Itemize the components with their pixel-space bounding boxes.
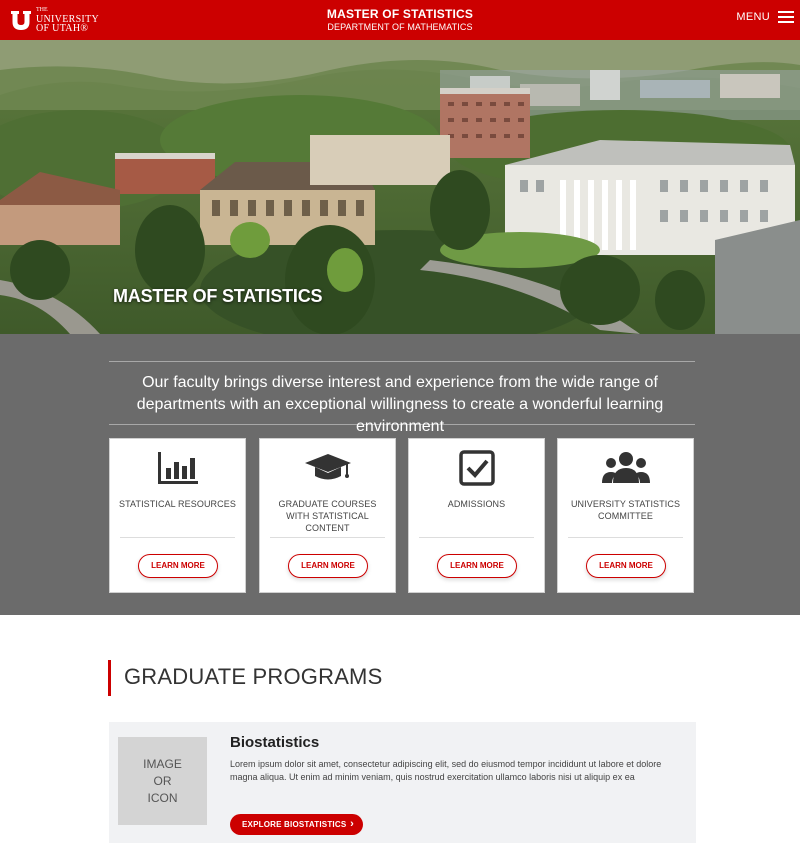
menu-label: MENU: [736, 11, 770, 23]
explore-biostatistics-button[interactable]: EXPLORE BIOSTATISTICS ›: [230, 814, 363, 835]
card-divider: [419, 537, 534, 538]
learn-more-button[interactable]: LEARN MORE: [437, 554, 517, 578]
graduate-programs-heading: GRADUATE PROGRAMS: [124, 664, 383, 689]
users-icon: [558, 449, 693, 487]
hamburger-icon: [778, 11, 794, 23]
placeholder-line: IMAGE: [143, 756, 182, 771]
card-label: UNIVERSITY STATISTICS COMMITTEE: [570, 499, 681, 521]
program-description: Lorem ipsum dolor sit amet, consectetur …: [230, 759, 662, 782]
program-title: Biostatistics: [230, 734, 320, 751]
learn-more-button[interactable]: LEARN MORE: [586, 554, 666, 578]
explore-button-label: EXPLORE BIOSTATISTICS: [242, 820, 347, 829]
placeholder-line: ICON: [147, 790, 178, 805]
site-header: THE UNIVERSITY OF UTAH® MASTER OF STATIS…: [0, 0, 800, 40]
hero-title: MASTER OF STATISTICS: [113, 286, 323, 306]
image-placeholder: IMAGE OR ICON: [118, 737, 207, 825]
learn-more-button[interactable]: LEARN MORE: [288, 554, 368, 578]
card-label: ADMISSIONS: [447, 499, 506, 509]
graduation-cap-icon: [260, 449, 395, 487]
card-divider: [568, 537, 683, 538]
learn-more-button[interactable]: LEARN MORE: [138, 554, 218, 578]
card-statistics-committee: UNIVERSITY STATISTICS COMMITTEE LEARN MO…: [557, 438, 694, 593]
hero-banner: MASTER OF STATISTICS: [0, 40, 800, 334]
program-card-biostatistics: IMAGE OR ICON Biostatistics Lorem ipsum …: [109, 722, 696, 843]
card-label: GRADUATE COURSES WITH STATISTICAL CONTEN…: [278, 499, 377, 533]
card-graduate-courses: GRADUATE COURSES WITH STATISTICAL CONTEN…: [259, 438, 396, 593]
section-accent-bar: [108, 660, 111, 696]
placeholder-line: OR: [153, 773, 172, 788]
site-title: MASTER OF STATISTICS DEPARTMENT OF MATHE…: [0, 7, 800, 33]
card-divider: [270, 537, 385, 538]
site-title-department[interactable]: DEPARTMENT OF MATHEMATICS: [0, 21, 800, 33]
chevron-right-icon: ›: [350, 818, 354, 830]
bar-chart-icon: [110, 449, 245, 487]
site-title-main[interactable]: MASTER OF STATISTICS: [0, 7, 800, 21]
checkbox-icon: [409, 449, 544, 487]
card-statistical-resources: STATISTICAL RESOURCES LEARN MORE: [109, 438, 246, 593]
card-label: STATISTICAL RESOURCES: [119, 499, 236, 509]
intro-tagline: Our faculty brings diverse interest and …: [136, 374, 664, 435]
menu-button[interactable]: MENU: [736, 11, 794, 23]
card-admissions: ADMISSIONS LEARN MORE: [408, 438, 545, 593]
card-divider: [120, 537, 235, 538]
divider-top: [109, 361, 695, 362]
